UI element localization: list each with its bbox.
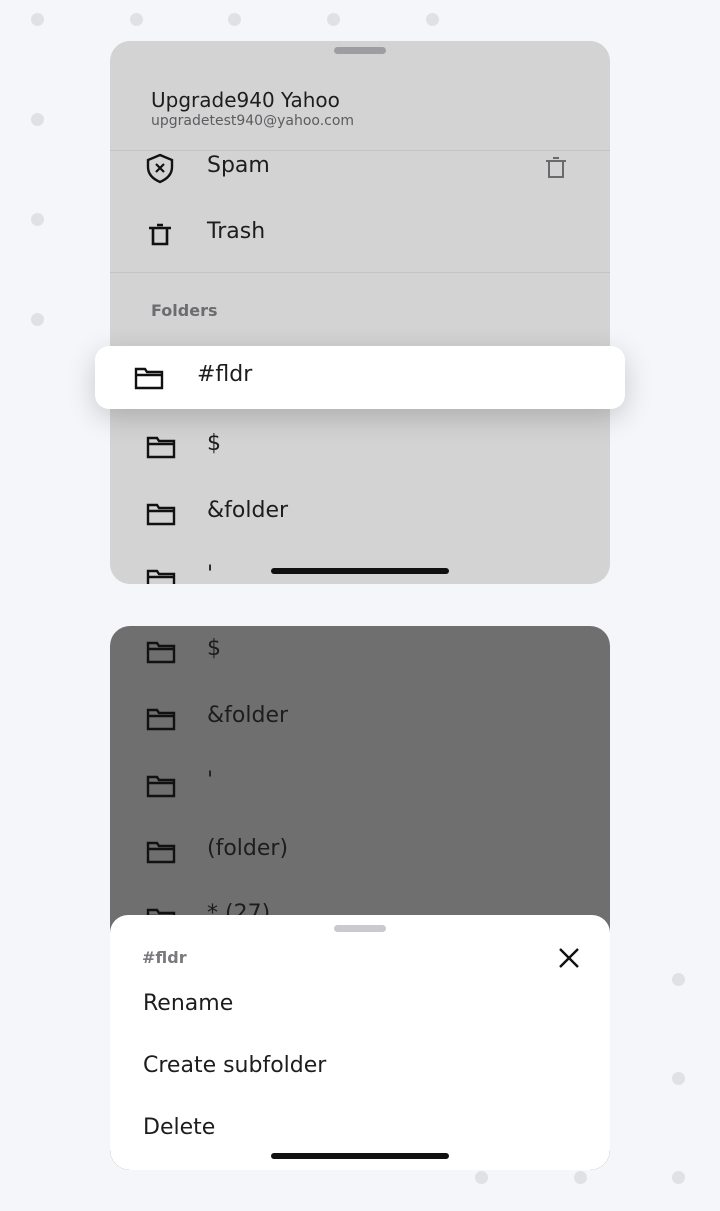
folder-list-dimmed: $ &folder ' (folder) * (27) #fldr Rename… bbox=[110, 626, 610, 1170]
decor-dot bbox=[31, 213, 44, 226]
folder-label: ' bbox=[207, 768, 214, 793]
decor-dot bbox=[426, 13, 439, 26]
account-name: Upgrade940 Yahoo bbox=[151, 88, 340, 112]
decor-dot bbox=[31, 113, 44, 126]
decor-dot bbox=[31, 13, 44, 26]
rename-option[interactable]: Rename bbox=[143, 991, 233, 1016]
home-indicator bbox=[271, 568, 449, 574]
decor-dot bbox=[228, 13, 241, 26]
folder-icon bbox=[145, 564, 177, 584]
folder-icon bbox=[145, 770, 177, 802]
delete-option[interactable]: Delete bbox=[143, 1115, 215, 1140]
folder-icon bbox=[145, 431, 177, 463]
folder-icon bbox=[145, 636, 177, 668]
empty-spam-icon[interactable] bbox=[540, 152, 572, 184]
folders-header: Folders bbox=[151, 301, 218, 320]
decor-dot bbox=[672, 1171, 685, 1184]
folder-label: &folder bbox=[207, 703, 289, 728]
folder-label: &folder bbox=[207, 498, 289, 523]
folder-label: $ bbox=[207, 431, 221, 456]
close-icon[interactable] bbox=[557, 946, 581, 970]
folder-label: ' bbox=[207, 562, 214, 584]
folder-icon bbox=[133, 362, 165, 394]
folder-icon bbox=[145, 836, 177, 868]
folder-label: #fldr bbox=[197, 362, 253, 387]
dragged-folder-item[interactable]: #fldr bbox=[95, 346, 625, 409]
sheet-title: #fldr bbox=[142, 948, 187, 967]
folder-actions-sheet: #fldr Rename Create subfolder Delete bbox=[110, 915, 610, 1170]
trash-icon bbox=[149, 223, 171, 246]
account-email: upgradetest940@yahoo.com bbox=[151, 113, 355, 129]
decor-dot bbox=[327, 13, 340, 26]
decor-dot bbox=[672, 973, 685, 986]
folder-icon bbox=[145, 703, 177, 735]
drag-handle[interactable] bbox=[334, 47, 386, 54]
decor-dot bbox=[672, 1072, 685, 1085]
create-subfolder-option[interactable]: Create subfolder bbox=[143, 1053, 326, 1078]
decor-dot bbox=[475, 1171, 488, 1184]
drag-handle[interactable] bbox=[334, 925, 386, 932]
home-indicator bbox=[271, 1153, 449, 1159]
shield-x-icon bbox=[146, 153, 174, 184]
decor-dot bbox=[574, 1171, 587, 1184]
folder-label: (folder) bbox=[207, 836, 289, 861]
folder-label: Trash bbox=[207, 219, 266, 244]
decor-dot bbox=[31, 313, 44, 326]
folder-list-panel: Upgrade940 Yahoo upgradetest940@yahoo.co… bbox=[110, 41, 610, 584]
folder-icon bbox=[145, 498, 177, 530]
folder-label: Spam bbox=[207, 153, 270, 178]
decor-dot bbox=[130, 13, 143, 26]
folder-label: $ bbox=[207, 636, 221, 661]
